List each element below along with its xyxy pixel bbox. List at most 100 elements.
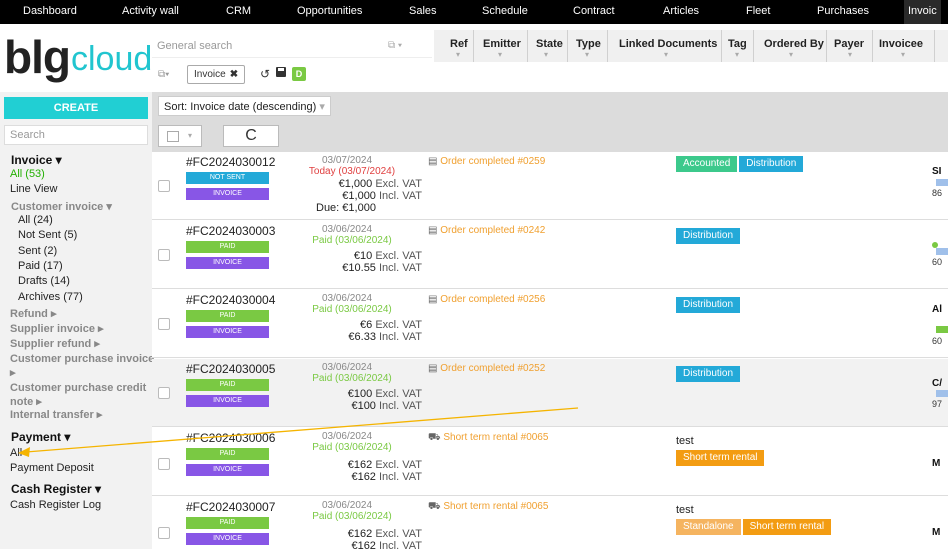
sidebar-item-sent[interactable]: Sent (2) bbox=[18, 245, 57, 257]
sidebar-supplier-invoice[interactable]: Supplier invoice ▸ bbox=[10, 322, 104, 335]
sidebar-item-paid[interactable]: Paid (17) bbox=[18, 260, 63, 272]
invoice-ref[interactable]: #FC2024030006 bbox=[186, 431, 275, 445]
undo-icon[interactable]: ↺ bbox=[260, 67, 270, 81]
sidebar-customer-purchase-invoice-arrow[interactable]: ▸ bbox=[10, 366, 16, 379]
nav-crm[interactable]: CRM bbox=[226, 5, 251, 17]
status-badge: PAID bbox=[186, 517, 269, 529]
filter-emitter[interactable]: Emitter ▾ bbox=[474, 30, 528, 62]
save-icon[interactable] bbox=[276, 67, 286, 77]
linked-document[interactable]: ▤ Order completed #0256 bbox=[428, 294, 545, 305]
nav-purchases[interactable]: Purchases bbox=[817, 5, 869, 17]
invoice-filter-tag[interactable]: Invoice ✖ bbox=[187, 65, 246, 84]
sidebar-search-input[interactable]: Search bbox=[4, 125, 148, 145]
tag-short-term-rental[interactable]: Short term rental bbox=[676, 450, 765, 466]
tag-distribution[interactable]: Distribution bbox=[739, 156, 804, 172]
close-icon[interactable]: ✖ bbox=[230, 69, 238, 80]
filter-state[interactable]: State ▾ bbox=[528, 30, 568, 62]
sidebar-item-payment-all[interactable]: All bbox=[10, 447, 22, 459]
row-checkbox[interactable] bbox=[158, 249, 170, 261]
sidebar-item-line-view[interactable]: Line View bbox=[10, 183, 58, 195]
invoice-ref[interactable]: #FC2024030005 bbox=[186, 362, 275, 376]
sidebar-payment-header[interactable]: Payment ▾ bbox=[11, 430, 70, 444]
tag-standalone[interactable]: Standalone bbox=[676, 519, 741, 535]
sidebar-item-ci-all[interactable]: All (24) bbox=[18, 214, 53, 226]
row-checkbox[interactable] bbox=[158, 527, 170, 539]
nav-dashboard[interactable]: Dashboard bbox=[23, 5, 77, 17]
nav-fleet[interactable]: Fleet bbox=[746, 5, 770, 17]
nav-activity-wall[interactable]: Activity wall bbox=[122, 5, 179, 17]
tag-accounted[interactable]: Accounted bbox=[676, 156, 738, 172]
refresh-button[interactable]: C bbox=[223, 125, 279, 147]
layers-icon[interactable]: ⧉▾ bbox=[158, 69, 169, 80]
layers-dropdown-icon[interactable]: ⧉ ▾ bbox=[388, 40, 402, 51]
sidebar-item-drafts[interactable]: Drafts (14) bbox=[18, 275, 70, 287]
sidebar-customer-invoice[interactable]: Customer invoice ▾ bbox=[11, 200, 112, 213]
sidebar-item-not-sent[interactable]: Not Sent (5) bbox=[18, 229, 77, 241]
table-row[interactable]: #FC2024030004 PAID INVOICE 03/06/2024 Pa… bbox=[152, 290, 948, 358]
sidebar-supplier-refund[interactable]: Supplier refund ▸ bbox=[10, 337, 100, 350]
amount-incl-label: Incl. VAT bbox=[379, 400, 422, 412]
filter-invoicee[interactable]: Invoicee ▾ bbox=[873, 30, 935, 62]
d-badge[interactable]: D bbox=[292, 67, 306, 81]
tag-distribution[interactable]: Distribution bbox=[676, 228, 741, 244]
row-checkbox[interactable] bbox=[158, 180, 170, 192]
linked-document-label: Order completed #0256 bbox=[440, 294, 546, 305]
sidebar-item-cash-register-log[interactable]: Cash Register Log bbox=[10, 499, 101, 511]
payer-name[interactable]: SI bbox=[932, 166, 941, 177]
logo[interactable]: blg cloud bbox=[0, 28, 152, 90]
nav-opportunities[interactable]: Opportunities bbox=[297, 5, 362, 17]
table-row[interactable]: #FC2024030007 PAID INVOICE 03/06/2024 Pa… bbox=[152, 497, 948, 549]
linked-document[interactable]: ⛟ Short term rental #0065 bbox=[428, 432, 548, 445]
sidebar-item-payment-deposit[interactable]: Payment Deposit bbox=[10, 462, 94, 474]
filter-ref[interactable]: Ref ▾ bbox=[434, 30, 474, 62]
linked-document[interactable]: ▤ Order completed #0242 bbox=[428, 225, 545, 236]
sidebar-invoice-header[interactable]: Invoice ▾ bbox=[11, 153, 62, 167]
sidebar-customer-purchase-credit-note[interactable]: Customer purchase credit bbox=[10, 382, 146, 394]
nav-invoices[interactable]: Invoic bbox=[904, 0, 941, 24]
sidebar-customer-purchase-invoice[interactable]: Customer purchase invoice bbox=[10, 353, 154, 365]
table-row[interactable]: #FC2024030003 PAID INVOICE 03/06/2024 Pa… bbox=[152, 221, 948, 289]
row-checkbox[interactable] bbox=[158, 458, 170, 470]
invoice-ref[interactable]: #FC2024030004 bbox=[186, 293, 275, 307]
payer-name[interactable]: M bbox=[932, 527, 940, 538]
sidebar-item-all[interactable]: All (53) bbox=[10, 168, 45, 180]
tag-short-term-rental[interactable]: Short term rental bbox=[742, 519, 832, 535]
filter-ordered-by[interactable]: Ordered By ▾ bbox=[754, 30, 827, 62]
nav-sales[interactable]: Sales bbox=[409, 5, 437, 17]
sidebar-cash-register-header[interactable]: Cash Register ▾ bbox=[11, 482, 101, 496]
tag-distribution[interactable]: Distribution bbox=[676, 297, 741, 313]
payer-name[interactable]: C/ bbox=[932, 378, 942, 389]
sidebar-internal-transfer[interactable]: Internal transfer ▸ bbox=[10, 408, 102, 421]
table-row[interactable]: #FC2024030012 NOT SENT INVOICE 03/07/202… bbox=[152, 152, 948, 220]
filter-linked-documents[interactable]: Linked Documents ▾ bbox=[608, 30, 722, 62]
row-checkbox[interactable] bbox=[158, 318, 170, 330]
sort-select[interactable]: Sort: Invoice date (descending) ▾ bbox=[158, 96, 331, 116]
sidebar-item-archives[interactable]: Archives (77) bbox=[18, 291, 83, 303]
nav-schedule[interactable]: Schedule bbox=[482, 5, 528, 17]
tag-distribution[interactable]: Distribution bbox=[676, 366, 741, 382]
select-all-checkbox[interactable] bbox=[167, 131, 179, 142]
sidebar-refund[interactable]: Refund ▸ bbox=[10, 307, 56, 320]
sidebar-customer-purchase-credit-note-2[interactable]: note ▸ bbox=[10, 395, 42, 408]
linked-document[interactable]: ▤ Order completed #0252 bbox=[428, 363, 545, 374]
table-row[interactable]: #FC2024030006 PAID INVOICE 03/06/2024 Pa… bbox=[152, 428, 948, 496]
payment-status: Paid (03/06/2024) bbox=[312, 304, 392, 315]
invoice-ref[interactable]: #FC2024030012 bbox=[186, 155, 275, 169]
invoice-ref[interactable]: #FC2024030007 bbox=[186, 500, 275, 514]
filter-tag[interactable]: Tag ▾ bbox=[722, 30, 754, 62]
filter-type[interactable]: Type ▾ bbox=[568, 30, 608, 62]
table-row[interactable]: #FC2024030005 PAID INVOICE 03/06/2024 Pa… bbox=[152, 359, 948, 427]
row-checkbox[interactable] bbox=[158, 387, 170, 399]
nav-contract[interactable]: Contract bbox=[573, 5, 615, 17]
linked-document[interactable]: ▤ Order completed #0259 bbox=[428, 156, 545, 167]
linked-document-label: Short term rental #0065 bbox=[443, 501, 549, 512]
select-all-dropdown[interactable]: ▾ bbox=[158, 125, 202, 147]
payer-name[interactable]: M bbox=[932, 458, 940, 469]
create-button[interactable]: CREATE bbox=[4, 97, 148, 119]
general-search[interactable]: General search ⧉ ▾ bbox=[152, 34, 432, 58]
nav-articles[interactable]: Articles bbox=[663, 5, 699, 17]
linked-document[interactable]: ⛟ Short term rental #0065 bbox=[428, 501, 548, 514]
payer-name[interactable]: Al bbox=[932, 304, 942, 315]
filter-payer[interactable]: Payer ▾ bbox=[827, 30, 873, 62]
invoice-ref[interactable]: #FC2024030003 bbox=[186, 224, 275, 238]
